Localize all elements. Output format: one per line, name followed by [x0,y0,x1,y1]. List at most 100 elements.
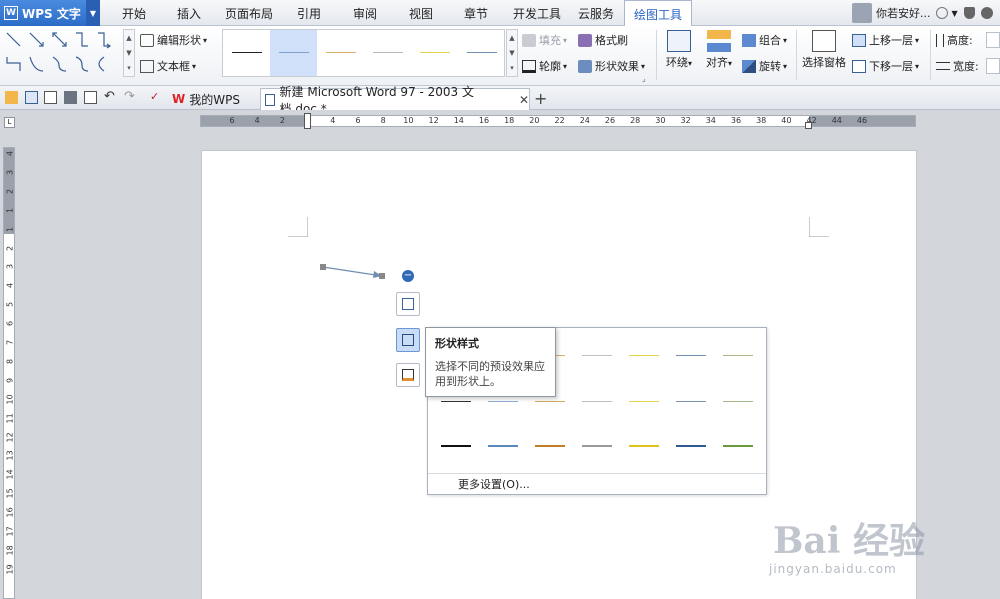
ruler-number: 16 [5,507,15,518]
shape-style-option[interactable] [488,445,518,447]
chevron-down-icon[interactable]: ▼ [952,9,958,18]
shape-style-option[interactable] [676,401,706,402]
shape-style-icon [402,334,414,346]
tab-drawing-tools[interactable]: 绘图工具 [624,0,692,27]
shape-style-option[interactable] [441,445,471,447]
indent-marker[interactable] [304,113,311,129]
edit-shape-button[interactable]: 编辑形状 ▾ [140,32,207,48]
line-style-option[interactable] [458,30,505,76]
bring-forward-button[interactable]: 上移一层 ▾ [852,32,919,48]
tab-document[interactable]: 新建 Microsoft Word 97 - 2003 文档.doc * ✕ [260,85,530,116]
shape-outline-button[interactable] [396,363,420,387]
tab-page-layout[interactable]: 页面布局 [222,0,276,26]
line-style-option[interactable] [411,30,458,76]
line-gallery-scroll[interactable]: ▲ ▼ ▾ [506,29,518,77]
selection-pane-button[interactable]: 选择窗格 [800,30,848,70]
shape-style-option[interactable] [723,445,753,447]
shape-style-option[interactable] [582,401,612,402]
avatar[interactable] [852,3,872,23]
tab-developer[interactable]: 开发工具 [508,0,566,26]
connector-shapes-icon[interactable] [4,29,122,77]
fill-button[interactable]: 填充 ▾ [522,32,567,48]
vertical-ruler[interactable]: 4 3 2 1 1 2 3 4 5 6 7 8 9 10 11 12 13 14 15 16 17 18 19 [3,147,15,599]
ruler-number: 16 [478,116,490,125]
width-label: 宽度: [953,60,979,73]
text-box-button[interactable]: 文本框 ▾ [140,58,196,74]
shape-style-option[interactable] [582,355,612,356]
tab-insert[interactable]: 插入 [166,0,212,26]
save-icon[interactable] [25,91,38,104]
group-button[interactable]: 组合 ▾ [742,32,787,48]
user-greeting[interactable]: 你若安好... [876,5,931,21]
align-button[interactable]: 对齐▾ [702,30,736,70]
right-indent-marker[interactable] [805,122,812,129]
user-area: 你若安好... ▼ [852,0,1000,26]
shape-style-option[interactable] [629,355,659,356]
outline-button[interactable]: 轮廓 ▾ [522,58,567,74]
format-painter-button[interactable]: 格式刷 [578,32,628,48]
customize-toolbar-icon[interactable]: ✓ [150,91,163,104]
width-input[interactable] [986,58,1000,74]
shape-gallery-scroll[interactable]: ▲ ▼ ▾ [123,29,135,77]
ruler-number: 2 [5,188,15,194]
rotate-button[interactable]: 旋转 ▾ [742,58,787,74]
shape-gallery[interactable] [4,29,122,77]
ruler-number: 9 [5,377,15,383]
export-pdf-icon[interactable] [44,91,57,104]
line-style-option[interactable] [223,30,270,76]
tab-home[interactable]: 开始 [112,0,156,26]
wrap-button[interactable]: 环绕▾ [662,30,696,70]
ruler-number: 4 [5,283,15,289]
line-style-option-selected[interactable] [270,30,317,76]
close-icon[interactable]: ✕ [519,93,529,107]
shape-handle[interactable] [320,264,326,270]
ruler-number: 14 [5,469,15,480]
chevron-down-icon[interactable]: ▼ [86,0,100,26]
horizontal-ruler[interactable]: 6422468101214161820222426283032343638404… [200,113,916,129]
tab-view[interactable]: 视图 [400,0,442,26]
redo-icon[interactable]: ↷ [124,90,137,104]
shape-style-option[interactable] [488,401,518,402]
tab-cloud[interactable]: 云服务 [572,0,620,26]
print-preview-icon[interactable] [84,91,97,104]
smiley-icon[interactable] [935,7,948,19]
line-style-option[interactable] [317,30,364,76]
dialog-launcher-icon[interactable]: ⌟ [642,74,646,83]
shape-style-option[interactable] [441,401,471,402]
tab-stop-selector[interactable]: L [4,117,15,128]
line-shape[interactable] [316,260,396,285]
open-folder-icon[interactable] [5,91,18,104]
wps-app-button[interactable]: W WPS 文字 ▼ [0,0,100,26]
undo-icon[interactable]: ↶ [104,90,117,104]
shape-style-option[interactable] [723,355,753,356]
shape-effects-button[interactable]: 形状效果 ▾ [578,58,645,74]
wrap-text-button[interactable] [396,292,420,316]
shield-icon[interactable] [963,7,975,19]
tab-review[interactable]: 审阅 [344,0,386,26]
height-field: 高度: [936,32,973,48]
ruler-number: 40 [781,116,792,125]
shape-style-option[interactable] [629,401,659,402]
shape-handle[interactable] [379,273,385,279]
height-input[interactable] [986,32,1000,48]
shape-style-option[interactable] [535,445,565,447]
shape-style-option[interactable] [582,445,612,447]
print-icon[interactable] [64,91,77,104]
send-backward-button[interactable]: 下移一层 ▾ [852,58,919,74]
shape-style-option[interactable] [629,445,659,447]
tab-my-wps[interactable]: W 我的WPS [168,88,258,110]
line-style-option[interactable] [364,30,411,76]
shape-style-option[interactable] [723,401,753,402]
more-settings-button[interactable]: 更多设置(O)... [428,473,766,495]
line-style-gallery[interactable] [222,29,505,77]
tab-chapter[interactable]: 章节 [454,0,498,26]
menu-bar: W WPS 文字 ▼ 开始 插入 页面布局 引用 审阅 视图 章节 开发工具 云… [0,0,1000,27]
shape-style-option[interactable] [676,445,706,447]
help-icon[interactable] [980,7,993,19]
tab-references[interactable]: 引用 [288,0,330,26]
collapse-toolbar-icon[interactable]: − [402,270,414,282]
shape-style-option[interactable] [535,401,565,402]
shape-style-option[interactable] [676,355,706,356]
shape-style-button[interactable] [396,328,420,352]
new-tab-button[interactable]: + [534,89,547,108]
